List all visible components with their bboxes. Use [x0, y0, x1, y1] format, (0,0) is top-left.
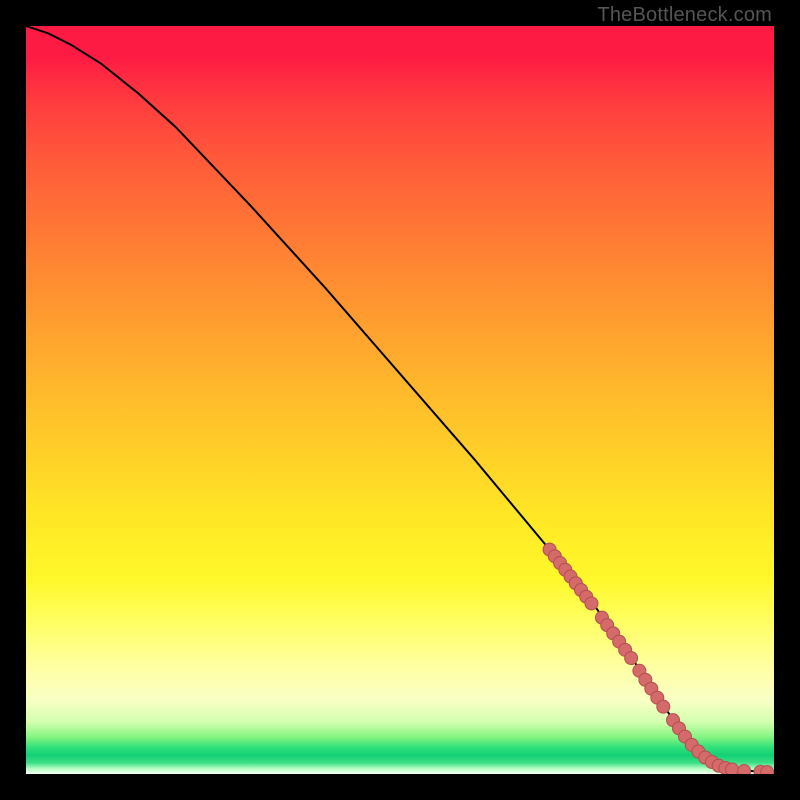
curve-marker — [585, 597, 598, 610]
curve-marker — [657, 700, 670, 713]
curve-marker — [738, 765, 751, 774]
curve-marker — [726, 763, 739, 774]
marker-group — [543, 543, 774, 774]
watermark-text: TheBottleneck.com — [597, 4, 772, 27]
chart-stage: TheBottleneck.com — [0, 0, 800, 800]
curve-marker — [761, 766, 774, 774]
curve-marker — [625, 652, 638, 665]
chart-svg-layer — [26, 26, 774, 774]
bottleneck-curve-line — [26, 26, 774, 773]
plot-area — [26, 26, 774, 774]
